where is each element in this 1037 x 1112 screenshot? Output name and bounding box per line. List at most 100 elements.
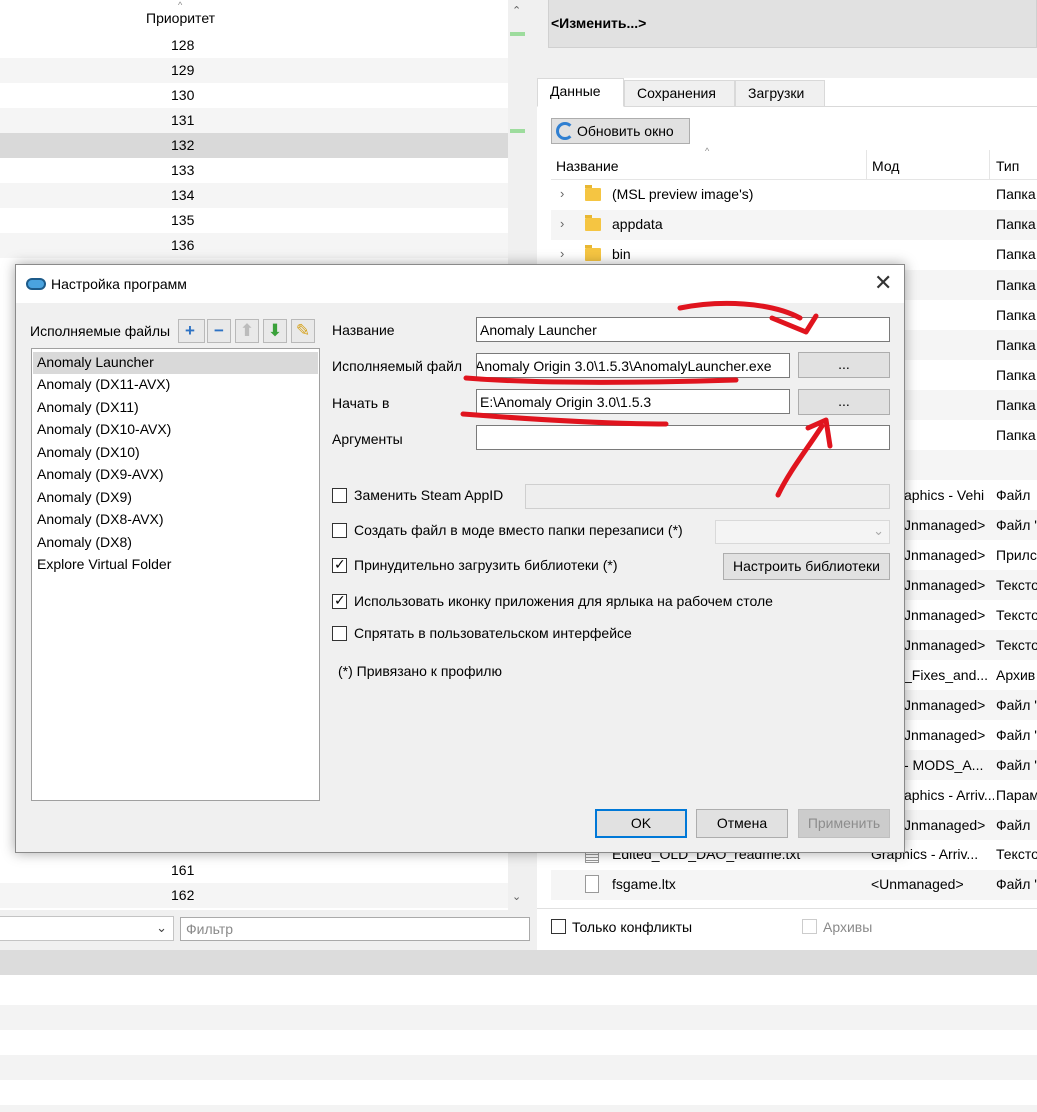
tree-item-mod: Jnmanaged> xyxy=(904,817,986,833)
only-conflicts-checkbox[interactable] xyxy=(551,919,566,934)
tree-row[interactable]: › (MSL preview image's) Папка xyxy=(551,180,1037,210)
executables-label: Исполняемые файлы xyxy=(30,323,171,339)
apply-label: Применить xyxy=(807,815,881,831)
executable-path-field[interactable]: Anomaly Origin 3.0\1.5.3\AnomalyLauncher… xyxy=(476,353,790,378)
sort-up-icon: ^ xyxy=(178,0,183,10)
tree-item-name: fsgame.ltx xyxy=(612,876,676,892)
cancel-button[interactable]: Отмена xyxy=(696,809,788,838)
mod-row[interactable]: 161 xyxy=(0,858,508,883)
list-item[interactable]: Anomaly (DX11-AVX) xyxy=(33,374,318,396)
tree-item-type: Файл ' xyxy=(996,697,1037,713)
list-item[interactable]: Anomaly (DX10) xyxy=(33,442,318,464)
cancel-label: Отмена xyxy=(716,815,768,831)
mod-row[interactable]: 131 xyxy=(0,108,508,133)
add-executable-button[interactable]: + xyxy=(178,319,205,343)
create-file-label: Создать файл в моде вместо папки перезап… xyxy=(354,522,683,538)
mod-row[interactable]: 134 xyxy=(0,183,508,208)
chevron-down-icon: ⌄ xyxy=(873,523,884,538)
list-item[interactable]: Anomaly (DX11) xyxy=(33,397,318,419)
tree-item-type: Прилс xyxy=(996,547,1037,563)
hide-ui-checkbox[interactable] xyxy=(332,626,347,641)
priority-value: 132 xyxy=(171,137,195,153)
list-item[interactable]: Anomaly (DX8) xyxy=(33,532,318,554)
executables-list[interactable]: Anomaly Launcher Anomaly (DX11-AVX) Anom… xyxy=(31,348,320,801)
log-row xyxy=(0,1055,1037,1080)
executable-name: Anomaly (DX8-AVX) xyxy=(37,511,164,527)
list-item[interactable]: Anomaly (DX8-AVX) xyxy=(33,509,318,531)
mod-row[interactable]: 130 xyxy=(0,83,508,108)
list-item[interactable]: Explore Virtual Folder xyxy=(33,554,318,576)
configure-executables-dialog: Настройка программ ✕ Исполняемые файлы +… xyxy=(15,264,905,853)
tree-item-type: Папка xyxy=(996,186,1036,202)
file-tree-header: ^ Название Мод Тип xyxy=(551,146,1037,180)
refresh-button[interactable]: Обновить окно xyxy=(551,118,690,144)
mod-row[interactable]: 128 xyxy=(0,33,508,58)
mod-row[interactable]: 133 xyxy=(0,158,508,183)
move-up-button[interactable]: ⬆ xyxy=(235,319,259,343)
refresh-icon xyxy=(556,122,574,140)
move-down-button[interactable]: ⬇ xyxy=(263,319,287,343)
column-divider[interactable] xyxy=(989,150,990,180)
tab-downloads[interactable]: Загрузки xyxy=(735,80,825,107)
tab-saves[interactable]: Сохранения xyxy=(624,80,735,107)
executable-label: Исполняемый файл xyxy=(332,358,463,374)
force-libs-checkbox[interactable] xyxy=(332,556,347,573)
dialog-title: Настройка программ xyxy=(51,276,187,292)
broom-icon: ✎ xyxy=(295,321,311,340)
tree-item-type: Файл xyxy=(996,487,1031,503)
remove-executable-button[interactable]: − xyxy=(207,319,231,343)
mod-row[interactable]: 162 xyxy=(0,883,508,908)
file-icon xyxy=(585,875,599,893)
configure-libraries-button[interactable]: Настроить библиотеки xyxy=(723,553,890,580)
steam-appid-checkbox[interactable] xyxy=(332,488,347,503)
browse-executable-button[interactable]: ... xyxy=(798,352,890,378)
tab-data[interactable]: Данные xyxy=(537,78,624,107)
name-label: Название xyxy=(332,322,395,338)
priority-column-header[interactable]: ^ Приоритет xyxy=(0,0,508,33)
chevron-right-icon[interactable]: › xyxy=(560,246,564,261)
use-icon-checkbox[interactable] xyxy=(332,592,347,609)
arguments-field[interactable] xyxy=(476,425,890,450)
column-name[interactable]: Название xyxy=(556,158,619,174)
only-conflicts-label: Только конфликты xyxy=(572,919,693,935)
mod-row-selected[interactable]: 132 xyxy=(0,133,508,158)
create-file-checkbox[interactable] xyxy=(332,523,347,538)
list-item[interactable]: Anomaly (DX10-AVX) xyxy=(33,419,318,441)
refresh-button-label: Обновить окно xyxy=(577,123,674,139)
close-icon[interactable]: ✕ xyxy=(874,270,892,296)
priority-value: 135 xyxy=(171,212,195,228)
list-item-selected[interactable]: Anomaly Launcher xyxy=(33,352,318,374)
list-item[interactable]: Anomaly (DX9-AVX) xyxy=(33,464,318,486)
executable-path-value: Anomaly Origin 3.0\1.5.3\AnomalyLauncher… xyxy=(476,358,772,374)
browse-start-in-button[interactable]: ... xyxy=(798,389,890,415)
column-mod[interactable]: Мод xyxy=(872,158,899,174)
folder-icon xyxy=(585,185,601,201)
tree-row[interactable]: fsgame.ltx <Unmanaged> Файл ' xyxy=(551,870,1037,900)
list-item[interactable]: Anomaly (DX9) xyxy=(33,487,318,509)
column-divider[interactable] xyxy=(866,150,867,180)
tree-item-type: Файл ' xyxy=(996,876,1037,892)
mod-row[interactable]: 136 xyxy=(0,233,508,258)
tree-item-type: Папка xyxy=(996,277,1036,293)
ok-button[interactable]: OK xyxy=(595,809,687,838)
chevron-right-icon[interactable]: › xyxy=(560,186,564,201)
scroll-up-icon[interactable]: ⌃ xyxy=(512,4,521,17)
chevron-right-icon[interactable]: › xyxy=(560,216,564,231)
use-icon-label: Использовать иконку приложения для ярлык… xyxy=(354,593,773,609)
tree-item-type: Папка xyxy=(996,216,1036,232)
filter-combo[interactable]: ⌄ xyxy=(0,916,174,941)
mod-row[interactable]: 129 xyxy=(0,58,508,83)
tree-row[interactable]: › appdata Папка xyxy=(551,210,1037,240)
start-in-field[interactable]: E:\Anomaly Origin 3.0\1.5.3 xyxy=(476,389,790,414)
clean-button[interactable]: ✎ xyxy=(291,319,315,343)
filter-input[interactable] xyxy=(180,917,530,941)
tree-row[interactable] xyxy=(904,450,1037,480)
executable-name: Anomaly Launcher xyxy=(37,354,154,370)
change-button[interactable]: <Изменить...> xyxy=(548,0,1037,48)
column-type[interactable]: Тип xyxy=(996,158,1019,174)
scroll-down-icon[interactable]: ⌄ xyxy=(512,890,521,903)
mod-row[interactable]: 135 xyxy=(0,208,508,233)
executable-name: Anomaly (DX10-AVX) xyxy=(37,421,172,437)
arguments-label: Аргументы xyxy=(332,431,403,447)
name-field[interactable]: Anomaly Launcher xyxy=(476,317,890,342)
